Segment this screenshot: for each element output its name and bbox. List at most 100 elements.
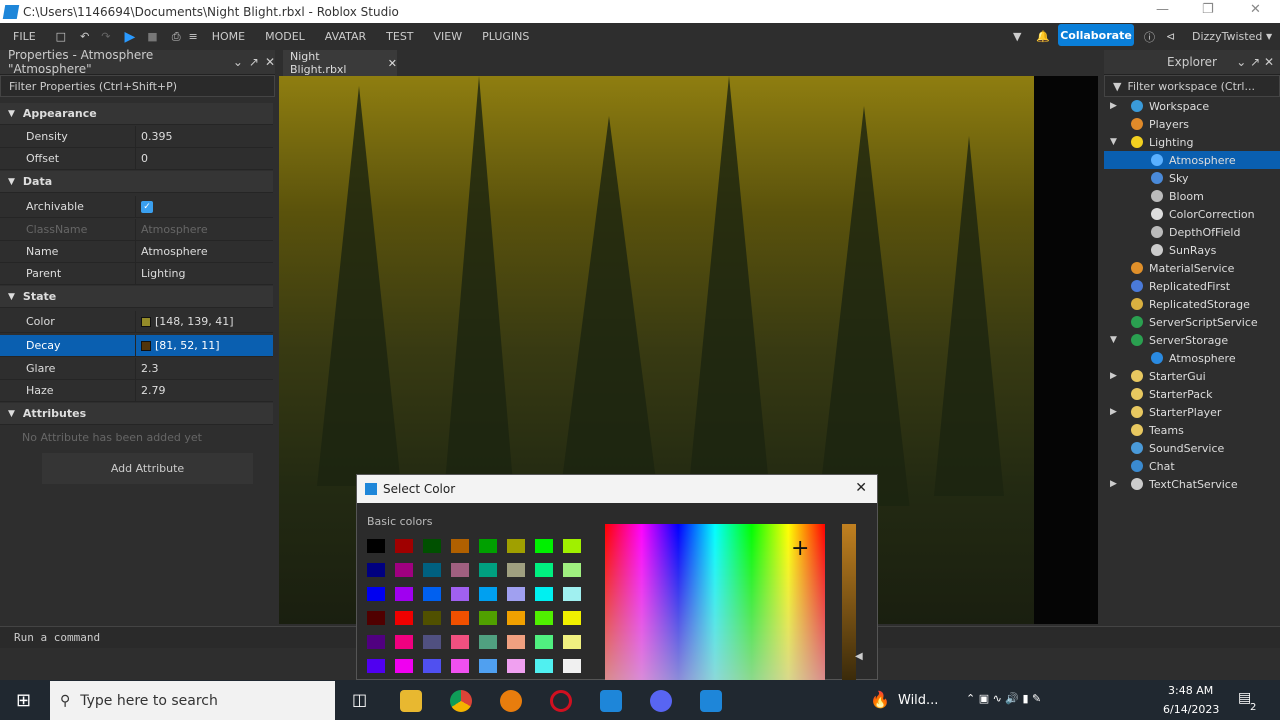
discord-icon[interactable] xyxy=(650,690,672,712)
tab-home[interactable]: HOME xyxy=(212,30,245,43)
explorer-item-bloom[interactable]: Bloom xyxy=(1104,187,1280,205)
collapsed-arrow-icon[interactable]: ▶ xyxy=(1110,407,1117,417)
color-swatch[interactable] xyxy=(141,340,151,351)
basic-color-swatch[interactable] xyxy=(479,611,497,625)
collapsed-arrow-icon[interactable]: ▶ xyxy=(1110,479,1117,489)
expanded-arrow-icon[interactable]: ▼ xyxy=(1110,335,1117,345)
basic-color-swatch[interactable] xyxy=(507,539,525,553)
collaborate-button[interactable]: Collaborate xyxy=(1058,24,1134,46)
basic-color-swatch[interactable] xyxy=(535,635,553,649)
stop-icon[interactable]: ■ xyxy=(147,30,157,43)
property-row-color[interactable]: Color [148, 139, 41] xyxy=(0,311,273,333)
explorer-item-materialservice[interactable]: MaterialService xyxy=(1104,259,1280,277)
property-value[interactable]: [148, 139, 41] xyxy=(155,315,234,328)
play-icon[interactable]: ▶ xyxy=(125,29,136,45)
close-panel-icon[interactable]: ⌄ ↗ ✕ xyxy=(1236,55,1274,69)
new-file-icon[interactable]: □ xyxy=(56,30,66,43)
collapse-arrow-icon[interactable]: ▼ xyxy=(8,109,15,119)
basic-color-swatch[interactable] xyxy=(367,563,385,577)
task-view-icon[interactable]: ◫ xyxy=(352,690,367,709)
add-attribute-button[interactable]: Add Attribute xyxy=(42,453,253,484)
undo-icon[interactable]: ↶ xyxy=(80,30,89,43)
opera-icon[interactable] xyxy=(550,690,572,712)
property-value[interactable]: 0.395 xyxy=(141,130,173,143)
redo-icon[interactable]: ↷ xyxy=(101,30,110,43)
explorer-item-starterpack[interactable]: StarterPack xyxy=(1104,385,1280,403)
collapse-arrow-icon[interactable]: ▼ xyxy=(8,177,15,187)
chrome-icon[interactable] xyxy=(450,690,472,712)
tab-test[interactable]: TEST xyxy=(386,30,413,43)
property-value[interactable]: Atmosphere xyxy=(141,245,208,258)
explorer-item-replicatedstorage[interactable]: ReplicatedStorage xyxy=(1104,295,1280,313)
clock-time[interactable]: 3:48 AM xyxy=(1168,684,1213,697)
tab-view[interactable]: VIEW xyxy=(434,30,463,43)
clock-date[interactable]: 6/14/2023 xyxy=(1163,703,1219,716)
basic-color-swatch[interactable] xyxy=(507,659,525,673)
property-row-decay[interactable]: Decay [81, 52, 11] xyxy=(0,335,273,357)
category-attributes[interactable]: ▼ Attributes xyxy=(0,403,273,425)
property-value[interactable]: 2.3 xyxy=(141,362,159,375)
filter-workspace-input[interactable]: ▼ Filter workspace (Ctrl... xyxy=(1104,75,1280,97)
color-spectrum-picker[interactable]: + xyxy=(605,524,825,681)
luminance-handle-icon[interactable]: ◀ xyxy=(855,651,863,662)
taskbar-search[interactable]: ⚲ Type here to search xyxy=(50,681,335,720)
category-data[interactable]: ▼ Data xyxy=(0,171,273,193)
notification-bell-icon[interactable]: 🔔 xyxy=(1036,30,1050,43)
property-row-glare[interactable]: Glare 2.3 xyxy=(0,358,273,380)
help-icon[interactable]: ⓘ xyxy=(1144,29,1155,45)
basic-color-swatch[interactable] xyxy=(479,635,497,649)
basic-color-swatch[interactable] xyxy=(535,587,553,601)
basic-color-swatch[interactable] xyxy=(423,659,441,673)
explorer-item-atmosphere[interactable]: Atmosphere xyxy=(1104,349,1280,367)
basic-color-swatch[interactable] xyxy=(395,539,413,553)
share-icon[interactable]: ⊲ xyxy=(1166,30,1175,43)
basic-color-swatch[interactable] xyxy=(367,587,385,601)
basic-color-swatch[interactable] xyxy=(479,539,497,553)
explorer-item-textchatservice[interactable]: ▶ TextChatService xyxy=(1104,475,1280,493)
basic-color-swatch[interactable] xyxy=(535,611,553,625)
property-row-archivable[interactable]: Archivable ✓ xyxy=(0,196,273,218)
blender-icon[interactable] xyxy=(500,690,522,712)
explorer-item-soundservice[interactable]: SoundService xyxy=(1104,439,1280,457)
basic-color-swatch[interactable] xyxy=(451,563,469,577)
explorer-item-starterplayer[interactable]: ▶ StarterPlayer xyxy=(1104,403,1280,421)
basic-color-swatch[interactable] xyxy=(367,659,385,673)
publish-icon[interactable]: ⎙ xyxy=(172,30,181,44)
basic-color-swatch[interactable] xyxy=(535,539,553,553)
windows-start-icon[interactable]: ⊞ xyxy=(16,690,31,711)
property-row-name[interactable]: Name Atmosphere xyxy=(0,241,273,263)
collapsed-arrow-icon[interactable]: ▶ xyxy=(1110,101,1117,111)
roblox-studio-taskbar-icon[interactable] xyxy=(600,690,622,712)
property-row-parent[interactable]: Parent Lighting xyxy=(0,263,273,285)
filter-properties-input[interactable]: Filter Properties (Ctrl+Shift+P) xyxy=(0,75,275,97)
category-state[interactable]: ▼ State xyxy=(0,286,273,308)
close-tab-icon[interactable]: ✕ xyxy=(388,57,397,70)
explorer-item-lighting[interactable]: ▼ Lighting xyxy=(1104,133,1280,151)
property-row-haze[interactable]: Haze 2.79 xyxy=(0,380,273,402)
explorer-item-sky[interactable]: Sky xyxy=(1104,169,1280,187)
basic-color-swatch[interactable] xyxy=(479,563,497,577)
property-value[interactable]: Atmosphere xyxy=(141,223,208,236)
explorer-item-depthoffield[interactable]: DepthOfField xyxy=(1104,223,1280,241)
property-value[interactable]: 0 xyxy=(141,152,148,165)
close-window-button[interactable]: ✕ xyxy=(1250,2,1261,17)
basic-color-swatch[interactable] xyxy=(563,563,581,577)
collapsed-arrow-icon[interactable]: ▶ xyxy=(1110,371,1117,381)
basic-color-swatch[interactable] xyxy=(423,563,441,577)
quick-access-dropdown-icon[interactable]: ≡ xyxy=(189,30,198,43)
basic-color-swatch[interactable] xyxy=(563,611,581,625)
explorer-item-atmosphere[interactable]: Atmosphere xyxy=(1104,151,1280,169)
file-explorer-icon[interactable] xyxy=(400,690,422,712)
tab-avatar[interactable]: AVATAR xyxy=(325,30,366,43)
close-panel-icon[interactable]: ✕ xyxy=(265,55,275,69)
property-row-offset[interactable]: Offset 0 xyxy=(0,148,273,170)
basic-color-swatch[interactable] xyxy=(367,611,385,625)
user-menu[interactable]: DizzyTwisted xyxy=(1192,30,1262,43)
basic-color-swatch[interactable] xyxy=(423,635,441,649)
tab-model[interactable]: MODEL xyxy=(265,30,305,43)
explorer-item-sunrays[interactable]: SunRays xyxy=(1104,241,1280,259)
basic-color-swatch[interactable] xyxy=(451,539,469,553)
expanded-arrow-icon[interactable]: ▼ xyxy=(1110,137,1117,147)
property-row-density[interactable]: Density 0.395 xyxy=(0,126,273,148)
basic-color-swatch[interactable] xyxy=(423,587,441,601)
